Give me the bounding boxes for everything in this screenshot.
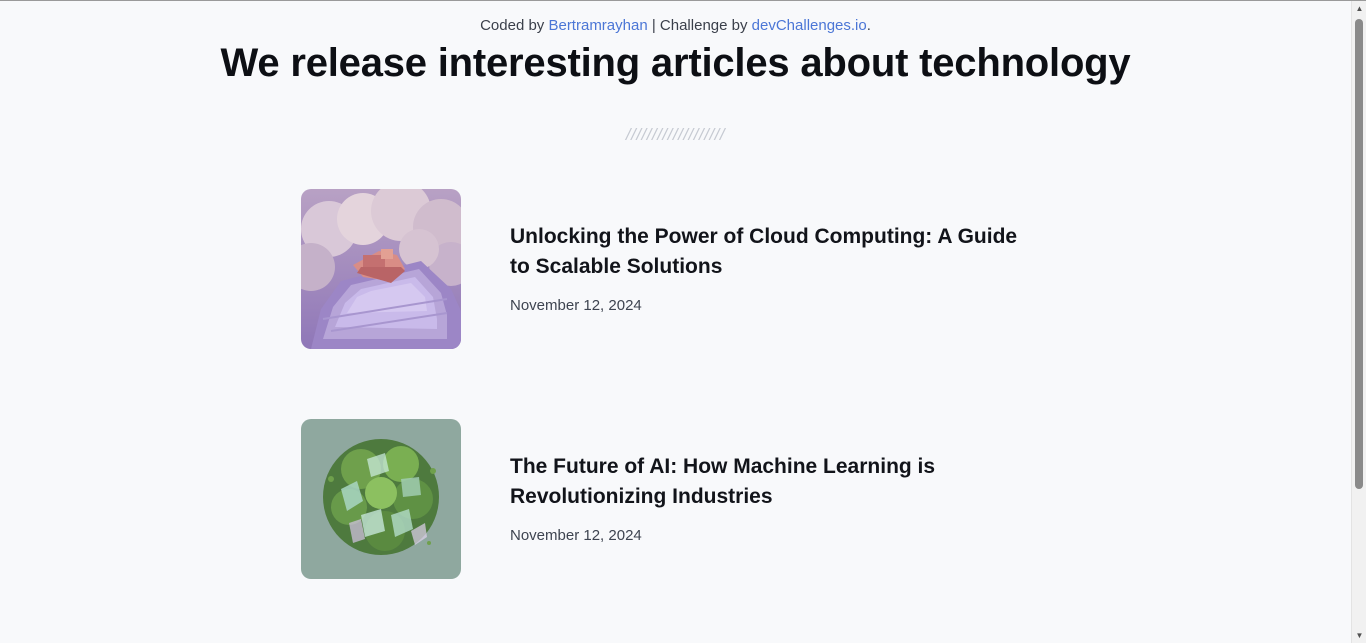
devchallenges-link[interactable]: devChallenges.io [752,17,867,34]
article-date: November 12, 2024 [510,527,642,544]
credit-suffix: . [866,17,871,34]
page-title: We release interesting articles about te… [220,41,1131,85]
article-date: November 12, 2024 [510,297,642,314]
article-title[interactable]: Unlocking the Power of Cloud Computing: … [510,222,1040,282]
credit-middle: | Challenge by [647,17,752,34]
credit-prefix: Coded by [480,17,549,34]
credit-line: Coded by Bertramrayhan | Challenge by de… [0,17,1351,34]
author-link[interactable]: Bertramrayhan [548,17,647,34]
scroll-up-icon[interactable]: ▲ [1352,1,1366,16]
cloud-platform-image[interactable] [301,189,461,349]
scroll-down-icon[interactable]: ▼ [1352,628,1366,643]
scrollbar-thumb[interactable] [1355,19,1363,489]
article-card[interactable]: Unlocking the Power of Cloud Computing: … [301,189,1061,349]
decorative-divider: /////////////////// [625,125,726,144]
vertical-scrollbar[interactable]: ▲ ▼ [1351,1,1366,643]
page: Coded by Bertramrayhan | Challenge by de… [0,0,1366,643]
viewport: Coded by Bertramrayhan | Challenge by de… [0,1,1351,643]
article-title[interactable]: The Future of AI: How Machine Learning i… [510,452,1040,512]
article-card[interactable]: The Future of AI: How Machine Learning i… [301,419,1061,579]
green-crystal-sphere-image[interactable] [301,419,461,579]
